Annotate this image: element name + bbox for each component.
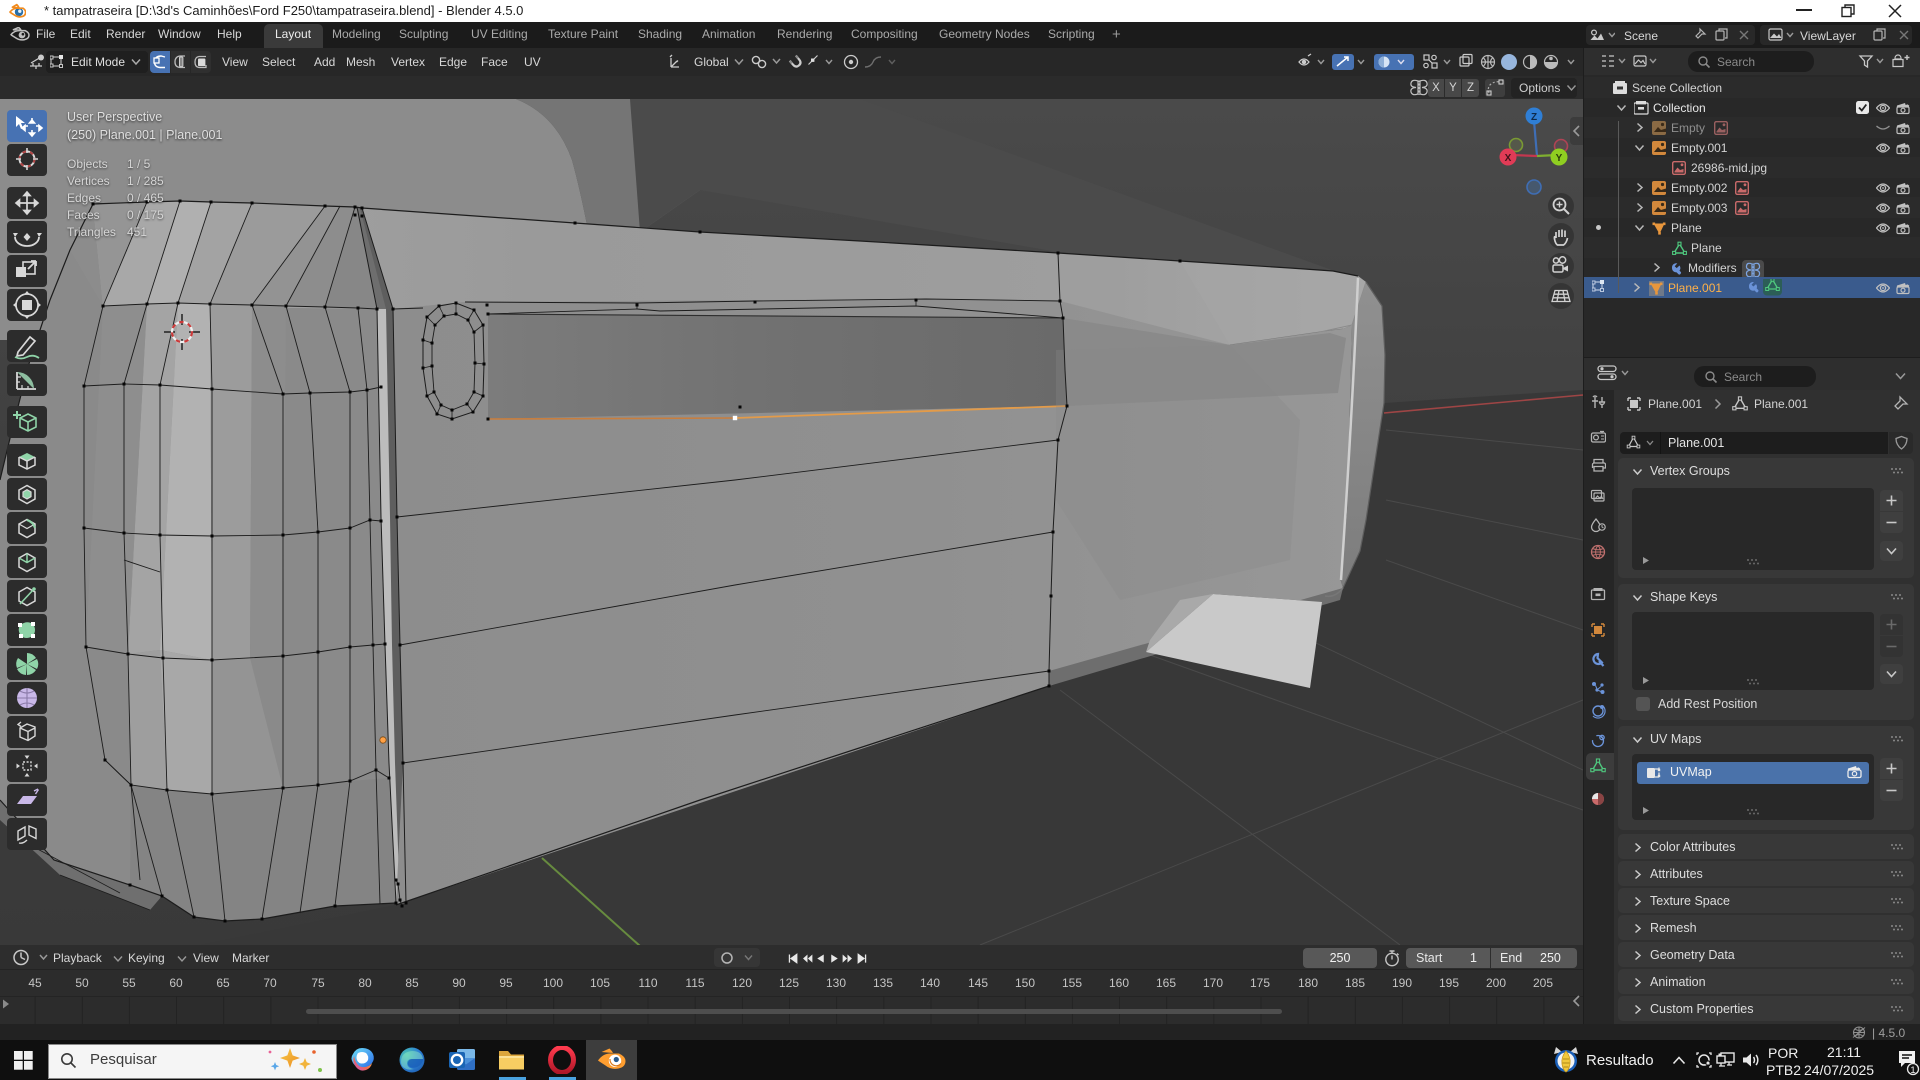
svg-text:1: 1	[1910, 1065, 1915, 1076]
svg-text:Y: Y	[1556, 153, 1563, 164]
svg-text:Z: Z	[1531, 112, 1537, 123]
svg-text:X: X	[1505, 153, 1512, 164]
